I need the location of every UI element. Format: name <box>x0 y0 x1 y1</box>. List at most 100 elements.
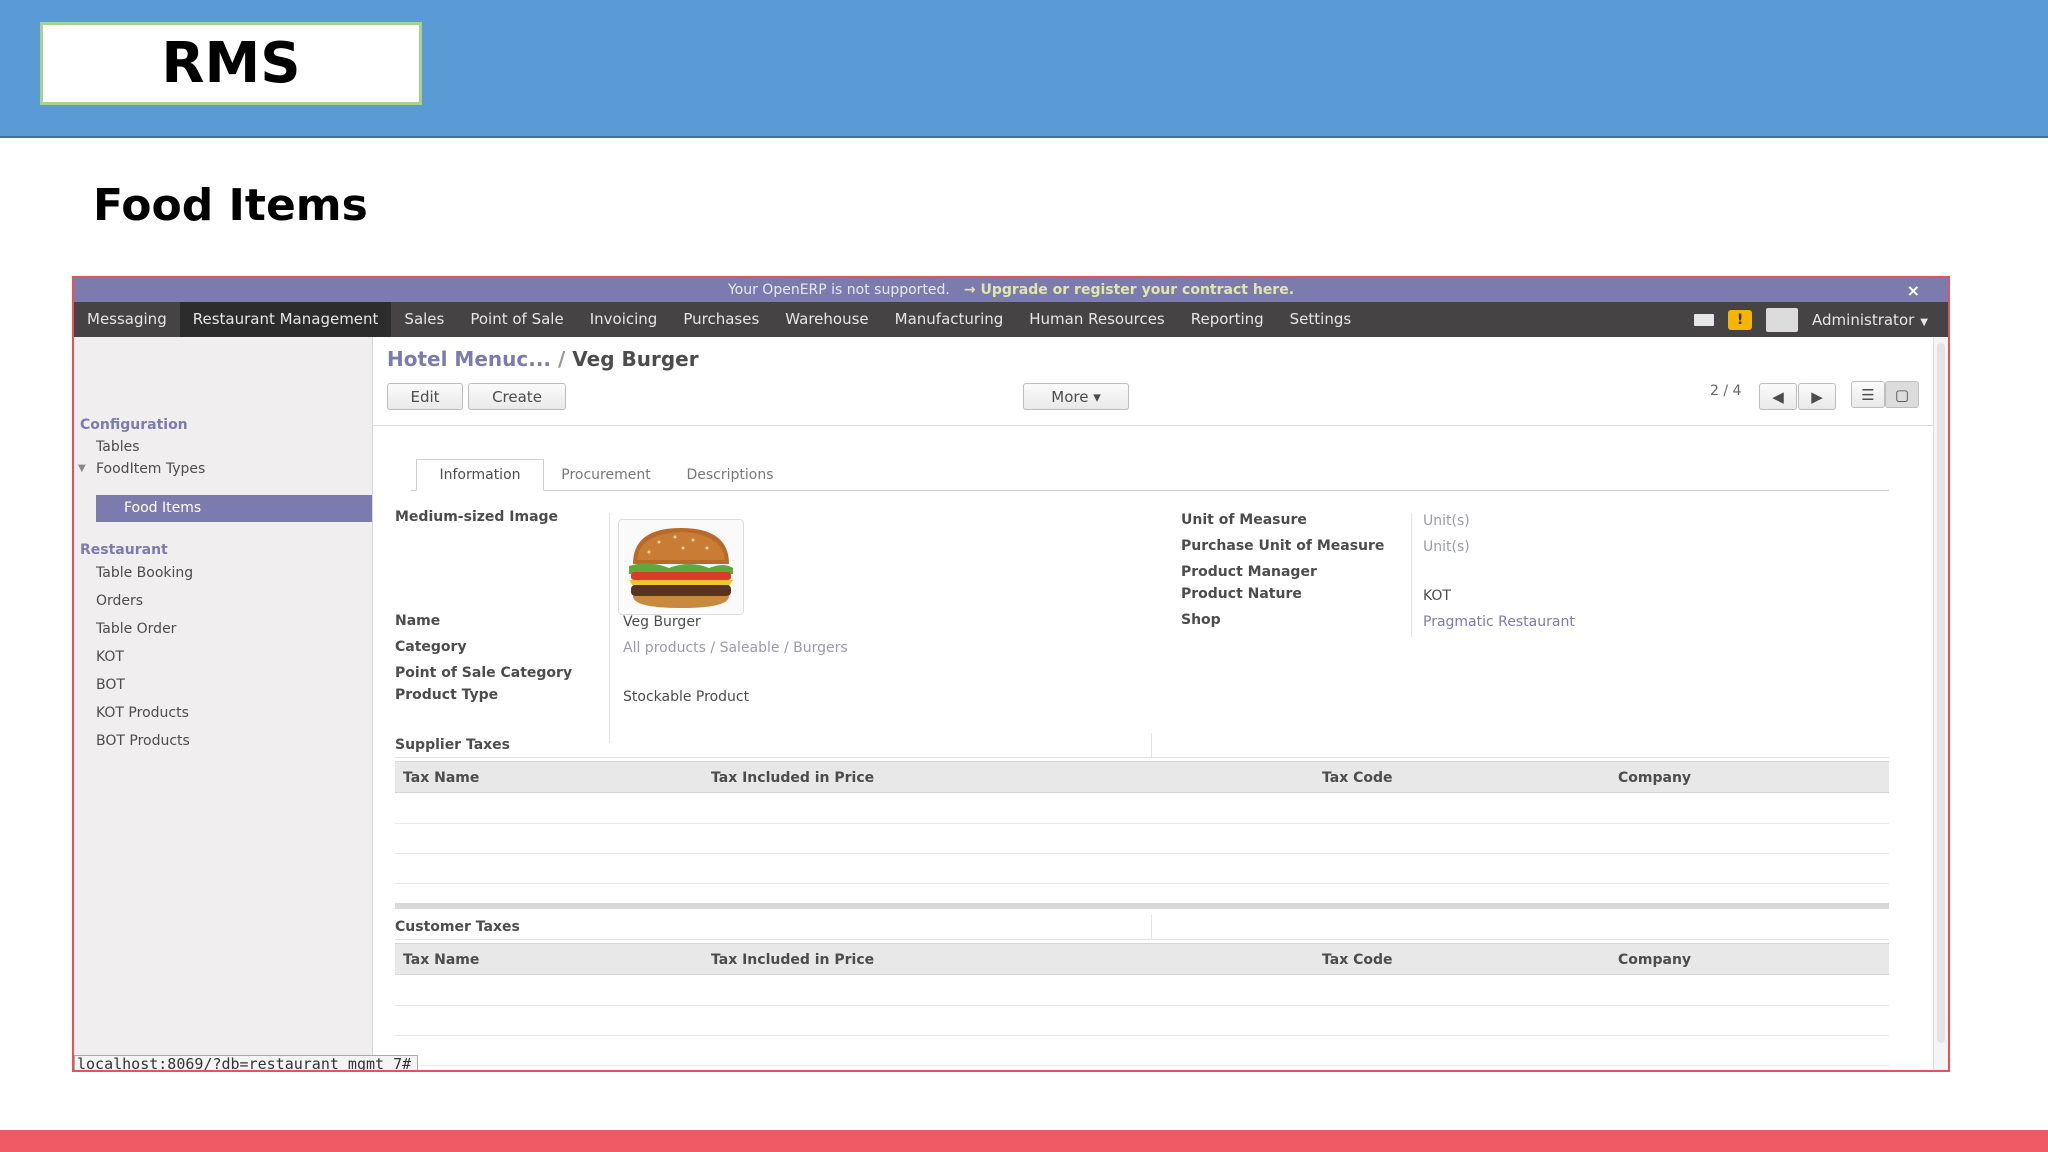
column-company[interactable]: Company <box>1618 770 1691 786</box>
customer-taxes-title: Customer Taxes <box>395 919 520 935</box>
product-image[interactable] <box>618 519 744 615</box>
product-type-label: Product Type <box>395 687 499 703</box>
pos-category-label: Point of Sale Category <box>395 665 573 681</box>
sidebar-item-bot[interactable]: BOT <box>96 677 125 693</box>
menu-warehouse[interactable]: Warehouse <box>772 302 881 337</box>
column-tax-included[interactable]: Tax Included in Price <box>711 770 874 786</box>
medium-image-label: Medium-sized Image <box>395 509 559 525</box>
purchase-uom-field[interactable]: Unit(s) <box>1423 539 1470 555</box>
top-menu-bar: Messaging Restaurant Management Sales Po… <box>74 302 1948 337</box>
toolbar-divider <box>373 425 1935 426</box>
avatar[interactable] <box>1766 307 1799 332</box>
uom-field[interactable]: Unit(s) <box>1423 513 1470 529</box>
breadcrumb-parent[interactable]: Hotel Menuc... <box>387 347 551 371</box>
slide-header-band: RMS <box>0 0 2048 138</box>
arrow-left-icon: ◀ <box>1772 387 1784 406</box>
more-button[interactable]: More ▾ <box>1023 383 1129 410</box>
menu-human-resources[interactable]: Human Resources <box>1016 302 1177 337</box>
sidebar-section-configuration: Configuration <box>80 417 188 433</box>
sidebar-item-food-items[interactable]: Food Items <box>96 495 372 522</box>
next-record-button[interactable]: ▶ <box>1798 383 1836 410</box>
customer-taxes-table-header: Tax Name Tax Included in Price Tax Code … <box>395 943 1889 975</box>
sidebar-item-table-order[interactable]: Table Order <box>96 621 176 637</box>
app-screenshot: Your OpenERP is not supported. → Upgrade… <box>72 276 1950 1072</box>
create-button[interactable]: Create <box>468 383 566 410</box>
vertical-scrollbar[interactable] <box>1933 337 1948 1070</box>
menu-sales[interactable]: Sales <box>391 302 457 337</box>
sidebar-item-kot[interactable]: KOT <box>96 649 124 665</box>
product-nature-label: Product Nature <box>1181 586 1302 602</box>
sidebar: Configuration Tables ▼ FoodItem Types Fo… <box>74 337 373 1070</box>
column-tax-name[interactable]: Tax Name <box>403 952 479 968</box>
menu-purchases[interactable]: Purchases <box>670 302 772 337</box>
purchase-uom-label: Purchase Unit of Measure <box>1181 538 1385 554</box>
user-name: Administrator <box>1812 310 1915 329</box>
slide-header-title: RMS <box>40 22 422 105</box>
previous-record-button[interactable]: ◀ <box>1759 383 1797 410</box>
uom-label: Unit of Measure <box>1181 512 1307 528</box>
column-tax-included[interactable]: Tax Included in Price <box>711 952 874 968</box>
table-row <box>395 823 1889 824</box>
category-field[interactable]: All products / Saleable / Burgers <box>623 640 848 656</box>
menu-restaurant-management[interactable]: Restaurant Management <box>179 302 392 337</box>
caret-down-icon[interactable]: ▼ <box>78 463 86 474</box>
form-view-button[interactable]: ▢ <box>1885 381 1919 408</box>
table-row <box>395 1065 1889 1066</box>
breadcrumb-separator: / <box>557 347 566 371</box>
shop-field[interactable]: Pragmatic Restaurant <box>1423 614 1575 630</box>
table-footer <box>395 903 1889 909</box>
sidebar-item-orders[interactable]: Orders <box>96 593 143 609</box>
column-company[interactable]: Company <box>1618 952 1691 968</box>
arrow-right-icon: ▶ <box>1811 387 1823 406</box>
supplier-taxes-title: Supplier Taxes <box>395 737 511 753</box>
sidebar-item-bot-products[interactable]: BOT Products <box>96 733 190 749</box>
close-icon[interactable]: × <box>1907 281 1920 300</box>
notice-text: Your OpenERP is not supported. <box>727 282 950 298</box>
shop-label: Shop <box>1181 612 1221 628</box>
status-bar-url: localhost:8069/?db=restaurant_mgmt_7# <box>74 1055 419 1070</box>
menu-messaging[interactable]: Messaging <box>74 302 180 337</box>
form-view-icon: ▢ <box>1894 385 1910 404</box>
burger-image <box>619 520 743 614</box>
sidebar-item-fooditem-types[interactable]: FoodItem Types <box>96 461 205 477</box>
menu-manufacturing[interactable]: Manufacturing <box>882 302 1017 337</box>
sidebar-item-kot-products[interactable]: KOT Products <box>96 705 189 721</box>
edit-button[interactable]: Edit <box>387 383 463 410</box>
sidebar-section-restaurant: Restaurant <box>80 542 168 558</box>
sidebar-item-table-booking[interactable]: Table Booking <box>96 565 193 581</box>
mail-icon[interactable] <box>1694 313 1715 326</box>
product-type-field[interactable]: Stockable Product <box>623 689 749 705</box>
breadcrumb: Hotel Menuc... / Veg Burger <box>387 347 699 371</box>
list-view-button[interactable]: ☰ <box>1851 381 1885 408</box>
name-field[interactable]: Veg Burger <box>623 614 701 630</box>
chevron-down-icon: ▼ <box>1920 316 1928 328</box>
field-divider <box>1151 915 1152 939</box>
tab-descriptions[interactable]: Descriptions <box>675 459 785 491</box>
name-label: Name <box>395 613 441 629</box>
column-tax-code[interactable]: Tax Code <box>1322 770 1393 786</box>
upgrade-link[interactable]: → Upgrade or register your contract here… <box>964 282 1294 298</box>
field-divider <box>609 513 610 743</box>
slide-page-title: Food Items <box>93 180 368 231</box>
tab-information[interactable]: Information <box>416 459 544 491</box>
menu-invoicing[interactable]: Invoicing <box>577 302 671 337</box>
field-divider <box>1151 733 1152 757</box>
user-menu[interactable]: Administrator ▼ <box>1812 311 1928 329</box>
support-notice-bar: Your OpenERP is not supported. → Upgrade… <box>74 278 1948 302</box>
menu-settings[interactable]: Settings <box>1277 302 1365 337</box>
form-view: Hotel Menuc... / Veg Burger Edit Create … <box>373 337 1935 1070</box>
column-tax-name[interactable]: Tax Name <box>403 770 479 786</box>
scrollbar-thumb[interactable] <box>1937 343 1945 1043</box>
list-view-icon: ☰ <box>1861 385 1875 404</box>
main-menu: Messaging Restaurant Management Sales Po… <box>74 302 1364 337</box>
column-tax-code[interactable]: Tax Code <box>1322 952 1393 968</box>
slide-footer-band <box>0 1130 2048 1152</box>
field-divider <box>1411 513 1412 637</box>
menu-reporting[interactable]: Reporting <box>1178 302 1277 337</box>
tab-procurement[interactable]: Procurement <box>551 459 661 491</box>
sidebar-item-tables[interactable]: Tables <box>96 439 140 455</box>
menu-point-of-sale[interactable]: Point of Sale <box>457 302 576 337</box>
warning-icon[interactable]: ! <box>1728 309 1753 330</box>
product-nature-field[interactable]: KOT <box>1423 588 1451 604</box>
table-row <box>395 853 1889 854</box>
